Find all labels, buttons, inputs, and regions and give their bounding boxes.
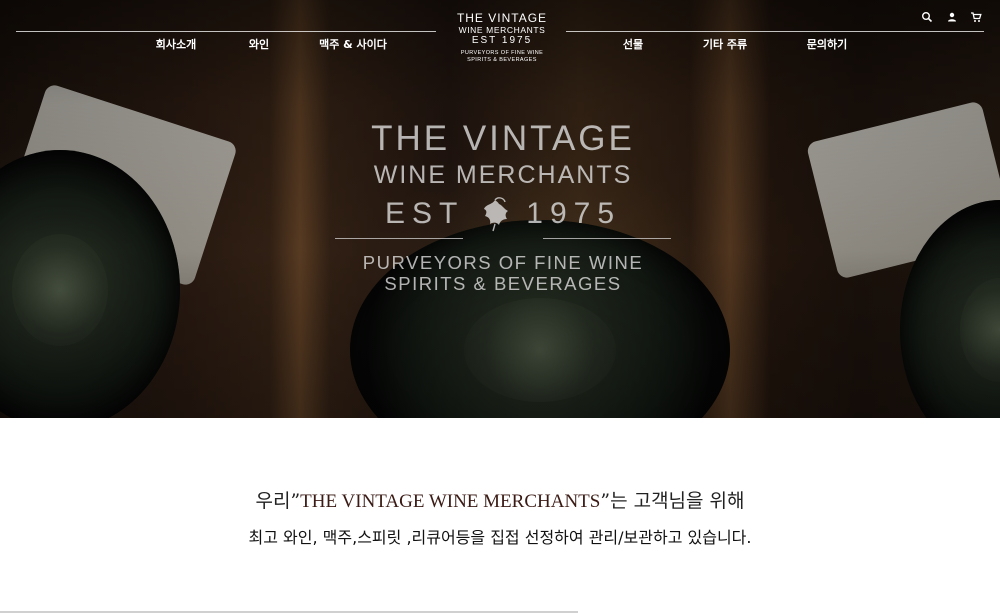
nav-item-contact[interactable]: 문의하기 <box>807 36 847 52</box>
nav-item-about[interactable]: 회사소개 <box>156 36 196 52</box>
site-logo[interactable]: THE VINTAGE WINE MERCHANTS EST 1975 PURV… <box>457 12 547 64</box>
hero-logo-title: THE VINTAGE <box>371 119 635 158</box>
hero-logo: THE VINTAGE WINE MERCHANTS EST 1975 PURV… <box>333 120 673 294</box>
nav-divider-left <box>16 31 436 32</box>
logo-line-tagline: PURVEYORS OF FINE WINE <box>460 50 544 56</box>
hero-logo-tagline-2: SPIRITS & BEVERAGES <box>384 273 622 294</box>
hero-logo-est-row: EST 1975 <box>333 194 673 234</box>
hero-logo-rule-right <box>543 238 671 239</box>
hero-logo-rule-left <box>335 238 463 239</box>
user-icon[interactable] <box>946 11 960 25</box>
hero-logo-est: EST <box>384 197 465 230</box>
intro-suffix: ”는 고객님을 위해 <box>600 490 745 512</box>
hero-logo-subtitle: WINE MERCHANTS <box>373 161 633 189</box>
logo-line-tagline-2: SPIRITS & BEVERAGES <box>467 57 537 63</box>
section-divider <box>0 611 578 613</box>
intro-brand-name: THE VINTAGE WINE MERCHANTS <box>300 491 601 512</box>
nav-item-gifts[interactable]: 선물 <box>623 36 643 52</box>
hero-logo-year: 1975 <box>526 197 622 230</box>
grape-leaf-icon <box>484 197 509 232</box>
hero-banner: 회사소개 와인 맥주 & 사이다 선물 기타 주류 문의하기 THE VINTA… <box>0 0 1000 418</box>
logo-line-est: EST 1975 <box>471 35 533 46</box>
search-icon[interactable] <box>921 11 935 25</box>
cart-icon[interactable] <box>970 11 984 25</box>
nav-item-beer-cider[interactable]: 맥주 & 사이다 <box>319 36 387 52</box>
nav-item-other-liquor[interactable]: 기타 주류 <box>703 36 747 52</box>
nav-item-wine[interactable]: 와인 <box>249 36 269 52</box>
hero-logo-tagline: PURVEYORS OF FINE WINE <box>362 252 644 273</box>
page: 회사소개 와인 맥주 & 사이다 선물 기타 주류 문의하기 THE VINTA… <box>0 0 1000 615</box>
logo-line-subtitle: WINE MERCHANTS <box>458 25 546 35</box>
nav-divider-right <box>566 31 984 32</box>
hero-logo-rules <box>333 234 673 244</box>
intro-line-2: 최고 와인, 맥주,스피릿 ,리큐어등을 집접 선정하여 관리/보관하고 있습니… <box>248 528 752 547</box>
intro-line-1: 우리”THE VINTAGE WINE MERCHANTS”는 고객님을 위해 <box>255 486 744 513</box>
intro-prefix: 우리” <box>255 490 301 512</box>
logo-line-title: THE VINTAGE <box>456 11 548 25</box>
